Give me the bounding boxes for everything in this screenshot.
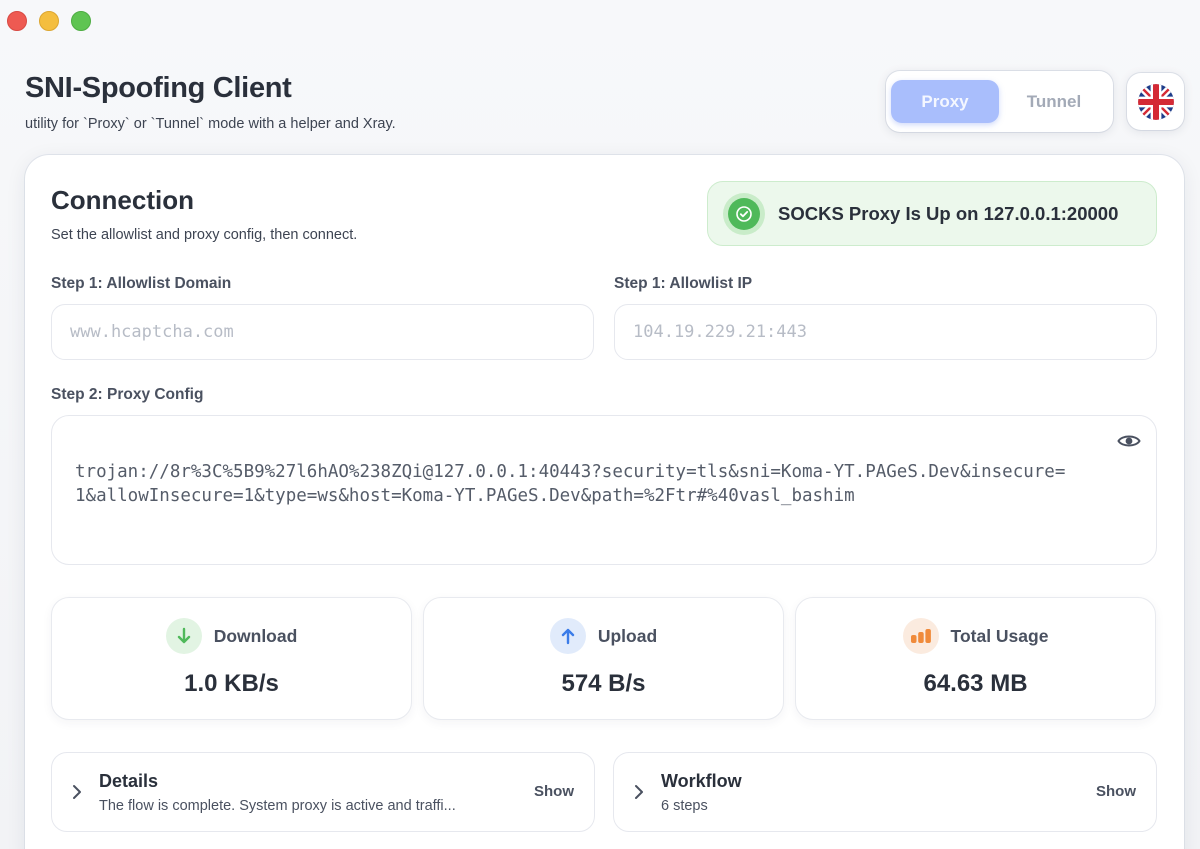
upload-stat: Upload 574 B/s	[423, 597, 784, 720]
app-title: SNI-Spoofing Client	[25, 72, 292, 104]
allowlist-ip-label: Step 1: Allowlist IP	[614, 275, 753, 292]
details-panel[interactable]: Details The flow is complete. System pro…	[51, 752, 595, 832]
allowlist-domain-input[interactable]	[51, 304, 594, 360]
app-window: SNI-Spoofing Client utility for `Proxy` …	[0, 0, 1200, 849]
workflow-subtitle: 6 steps	[661, 798, 708, 814]
mode-proxy-button[interactable]: Proxy	[891, 80, 999, 123]
proxy-config-label: Step 2: Proxy Config	[51, 386, 204, 403]
mode-tunnel-button[interactable]: Tunnel	[1001, 80, 1107, 123]
details-subtitle: The flow is complete. System proxy is ac…	[99, 798, 456, 814]
allowlist-domain-label: Step 1: Allowlist Domain	[51, 275, 232, 292]
close-window-button[interactable]	[7, 11, 27, 31]
total-usage-value: 64.63 MB	[923, 670, 1028, 697]
connection-card: Connection Set the allowlist and proxy c…	[25, 155, 1184, 849]
download-label: Download	[213, 625, 298, 646]
minimize-window-button[interactable]	[39, 11, 59, 31]
bar-chart-icon	[902, 618, 939, 654]
proxy-config-textarea[interactable]: trojan://8r%3C%5B9%27l6hAO%238ZQi@127.0.…	[51, 415, 1157, 565]
arrow-up-icon	[549, 618, 586, 654]
status-text: SOCKS Proxy Is Up on 127.0.0.1:20000	[778, 203, 1119, 224]
status-badge: SOCKS Proxy Is Up on 127.0.0.1:20000	[707, 181, 1157, 246]
eye-icon[interactable]	[1116, 430, 1142, 452]
uk-flag-icon	[1137, 83, 1174, 120]
proxy-config-value[interactable]: trojan://8r%3C%5B9%27l6hAO%238ZQi@127.0.…	[75, 460, 1075, 508]
zoom-window-button[interactable]	[71, 11, 91, 31]
mode-switch: Proxy Tunnel	[886, 71, 1113, 132]
details-show-button[interactable]: Show	[534, 783, 574, 800]
total-usage-stat: Total Usage 64.63 MB	[795, 597, 1156, 720]
upload-label: Upload	[597, 625, 658, 646]
workflow-show-button[interactable]: Show	[1096, 783, 1136, 800]
upload-value: 574 B/s	[561, 670, 646, 697]
workflow-panel[interactable]: Workflow 6 steps Show	[613, 752, 1157, 832]
connection-subtitle: Set the allowlist and proxy config, then…	[51, 227, 358, 243]
chevron-right-icon	[73, 785, 81, 799]
connection-title: Connection	[51, 185, 194, 215]
check-icon	[728, 198, 760, 230]
download-stat: Download 1.0 KB/s	[51, 597, 412, 720]
workflow-title: Workflow	[661, 771, 742, 791]
chevron-right-icon	[635, 785, 643, 799]
arrow-down-icon	[165, 618, 202, 654]
window-controls	[7, 11, 91, 31]
download-value: 1.0 KB/s	[184, 670, 279, 697]
details-title: Details	[99, 771, 159, 791]
app-subtitle: utility for `Proxy` or `Tunnel` mode wit…	[25, 116, 396, 132]
language-button[interactable]	[1127, 73, 1184, 130]
total-usage-label: Total Usage	[950, 625, 1049, 646]
allowlist-ip-input[interactable]	[614, 304, 1157, 360]
